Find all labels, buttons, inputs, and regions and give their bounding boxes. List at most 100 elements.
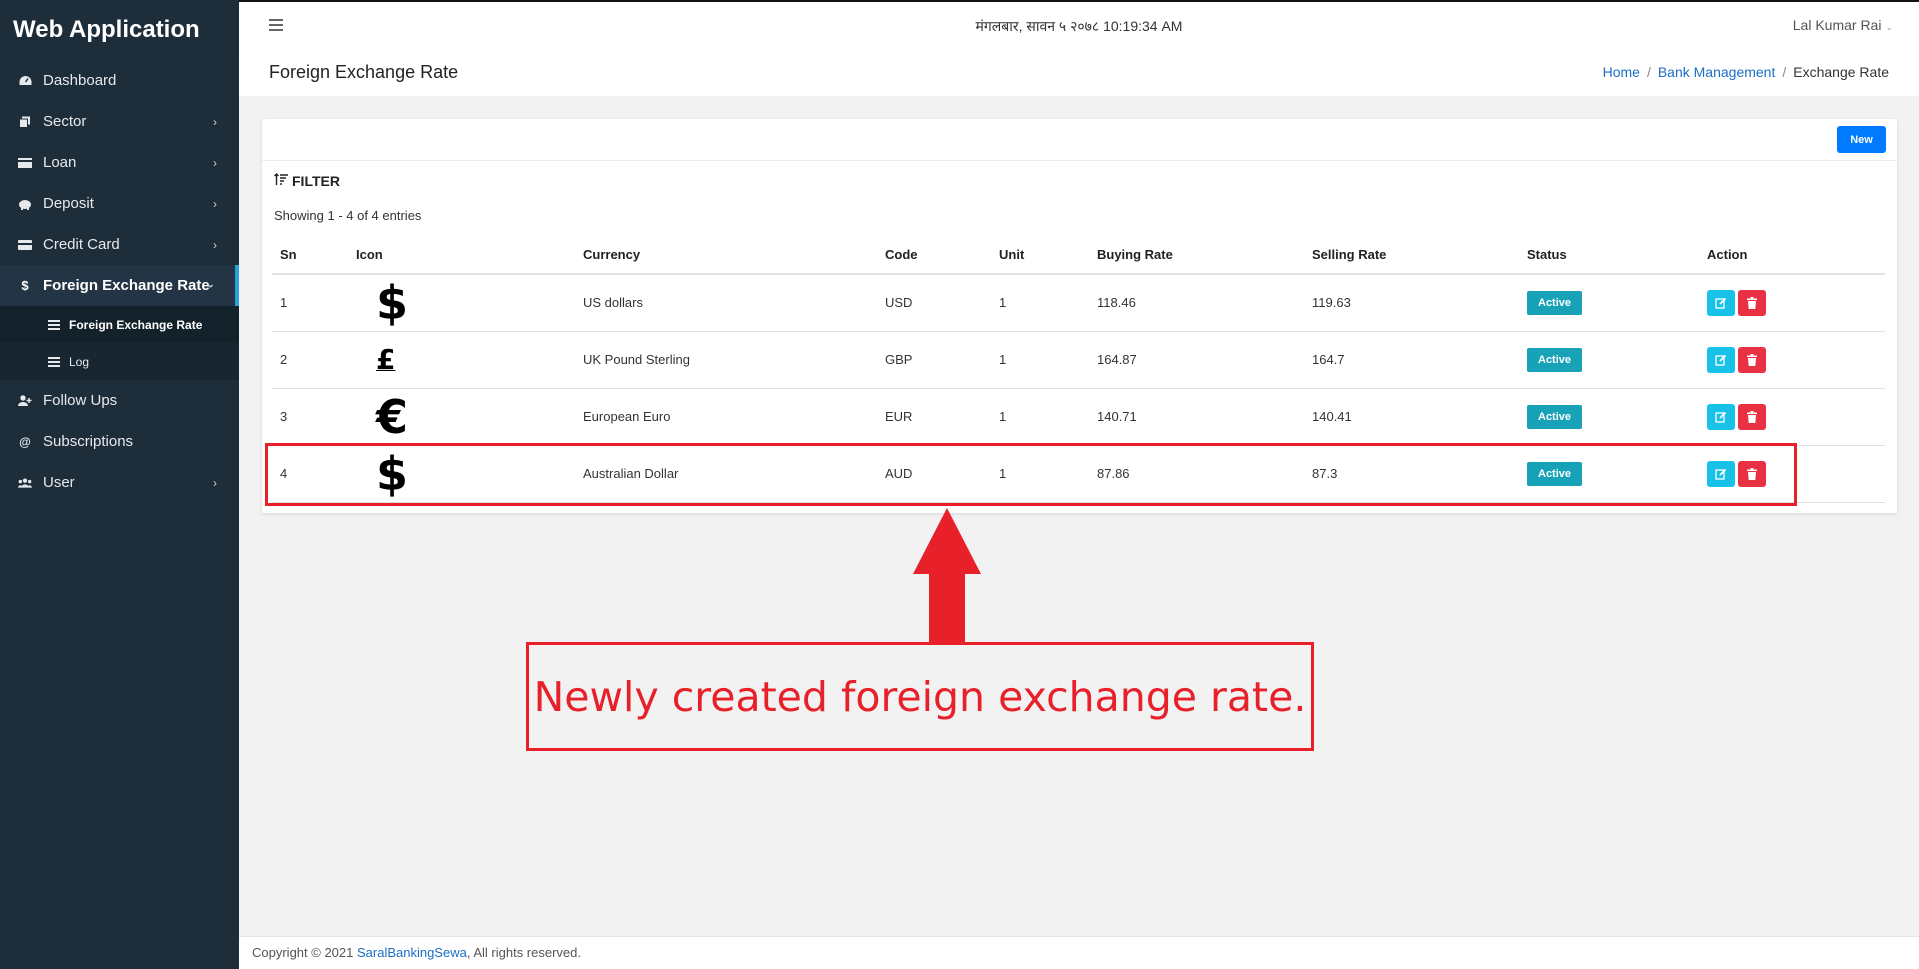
cell-action [1699,388,1885,446]
column-header-buying-rate: Buying Rate [1089,236,1304,275]
at-icon: @ [19,434,31,449]
cell-unit: 1 [991,388,1089,446]
cell-buying-rate: 118.46 [1089,274,1304,332]
highlight-box [265,443,1797,506]
pound-icon: £ [376,342,396,376]
sidebar-subnav: Foreign Exchange Rate Log [0,306,239,380]
status-badge: Active [1527,347,1583,372]
edit-icon [1715,411,1727,423]
sidebar-item-deposit[interactable]: Deposit › [0,183,239,224]
sidebar-item-credit-card[interactable]: Credit Card › [0,224,239,265]
trash-icon [1747,410,1757,423]
breadcrumb-current: Exchange Rate [1793,64,1889,80]
sidebar-item-dashboard[interactable]: Dashboard [0,60,239,101]
footer-copyright: Copyright © 2021 [252,945,354,960]
column-header-status: Status [1519,236,1699,275]
breadcrumb-separator: / [1646,64,1651,80]
column-header-action: Action [1699,236,1885,275]
piggy-bank-icon [18,198,32,210]
user-menu[interactable]: Lal Kumar Rai ⌄ [1793,17,1893,33]
sidebar-item-label: Dashboard [43,72,117,89]
breadcrumb-bank-management[interactable]: Bank Management [1658,64,1776,80]
new-button[interactable]: New [1837,126,1886,153]
table-header-row: Sn Icon Currency Code Unit Buying Rate S… [272,236,1885,275]
column-header-currency: Currency [575,236,877,275]
arrow-up-icon [913,508,981,574]
sidebar-subitem-log[interactable]: Log [0,343,239,380]
sidebar-item-label: Deposit [43,195,94,212]
trash-icon [1747,353,1757,366]
chevron-right-icon: › [213,155,217,170]
column-header-code: Code [877,236,991,275]
cell-code: GBP [877,331,991,389]
status-badge: Active [1527,290,1583,315]
table-row: 3 € European Euro EUR 1 140.71 140.41 Ac… [272,388,1885,446]
copy-icon [18,116,32,128]
card-header: New [262,119,1897,161]
money-icon [18,157,32,169]
sidebar-item-label: Loan [43,154,77,171]
edit-button[interactable] [1707,289,1735,316]
user-plus-icon [18,395,32,407]
cell-buying-rate: 164.87 [1089,331,1304,389]
cell-code: USD [877,274,991,332]
cell-currency: US dollars [575,274,877,332]
sidebar-subitem-label: Foreign Exchange Rate [69,317,203,332]
users-icon [18,477,32,489]
sidebar-item-label: Foreign Exchange Rate [43,277,210,294]
table-row: 2 £ UK Pound Sterling GBP 1 164.87 164.7… [272,331,1885,389]
edit-icon [1715,297,1727,309]
chevron-right-icon: › [213,237,217,252]
cell-sn: 3 [272,388,348,446]
delete-button[interactable] [1738,403,1766,430]
user-name: Lal Kumar Rai [1792,17,1882,33]
sidebar-item-subscriptions[interactable]: @ Subscriptions [0,421,239,462]
cell-unit: 1 [991,331,1089,389]
sidebar-nav-lower: Follow Ups @ Subscriptions User › [0,380,239,503]
breadcrumb-home[interactable]: Home [1603,64,1640,80]
column-header-sn: Sn [272,236,348,275]
trash-icon [1747,296,1757,309]
sidebar-item-label: Sector [43,113,87,130]
chevron-right-icon: › [213,196,217,211]
edit-icon [1715,354,1727,366]
chevron-right-icon: › [213,475,217,490]
topbar: मंगलबार, सावन ५ २०७८ 10:19:34 AM Lal Kum… [239,0,1919,52]
table-row: 1 $ US dollars USD 1 118.46 119.63 Activ… [272,274,1885,332]
list-icon [48,318,60,332]
page-title: Foreign Exchange Rate [269,62,459,82]
edit-button[interactable] [1707,346,1735,373]
sidebar-nav: Dashboard Sector › Loan › Deposit › Cred… [0,60,239,306]
sidebar-item-label: User [43,474,75,491]
breadcrumb-separator: / [1782,64,1787,80]
sidebar-item-loan[interactable]: Loan › [0,142,239,183]
cell-status: Active [1519,331,1699,389]
credit-card-icon [18,239,32,251]
sidebar-item-follow-ups[interactable]: Follow Ups [0,380,239,421]
delete-button[interactable] [1738,289,1766,316]
cell-status: Active [1519,274,1699,332]
sidebar-item-foreign-exchange-rate[interactable]: $ Foreign Exchange Rate › [0,265,239,306]
sidebar-item-label: Follow Ups [43,392,118,409]
edit-button[interactable] [1707,403,1735,430]
cell-icon: £ [348,331,575,389]
annotation-callout: Newly created foreign exchange rate. [526,642,1314,751]
filter-toggle[interactable]: FILTER [274,173,340,189]
sidebar-item-user[interactable]: User › [0,462,239,503]
cell-icon: $ [348,274,575,332]
column-header-icon: Icon [348,236,575,275]
chevron-down-icon: › [204,283,218,288]
cell-selling-rate: 164.7 [1304,331,1519,389]
sidebar-item-sector[interactable]: Sector › [0,101,239,142]
footer-link[interactable]: SaralBankingSewa [357,945,467,960]
sidebar-subitem-foreign-exchange-rate[interactable]: Foreign Exchange Rate [0,306,239,343]
cell-currency: European Euro [575,388,877,446]
sort-filter-icon [274,173,288,189]
app-brand[interactable]: Web Application [0,0,239,60]
chevron-right-icon: › [213,114,217,129]
delete-button[interactable] [1738,346,1766,373]
sidebar-subitem-label: Log [69,354,90,369]
breadcrumb: Home / Bank Management / Exchange Rate [1603,64,1889,80]
cell-sn: 2 [272,331,348,389]
cell-buying-rate: 140.71 [1089,388,1304,446]
